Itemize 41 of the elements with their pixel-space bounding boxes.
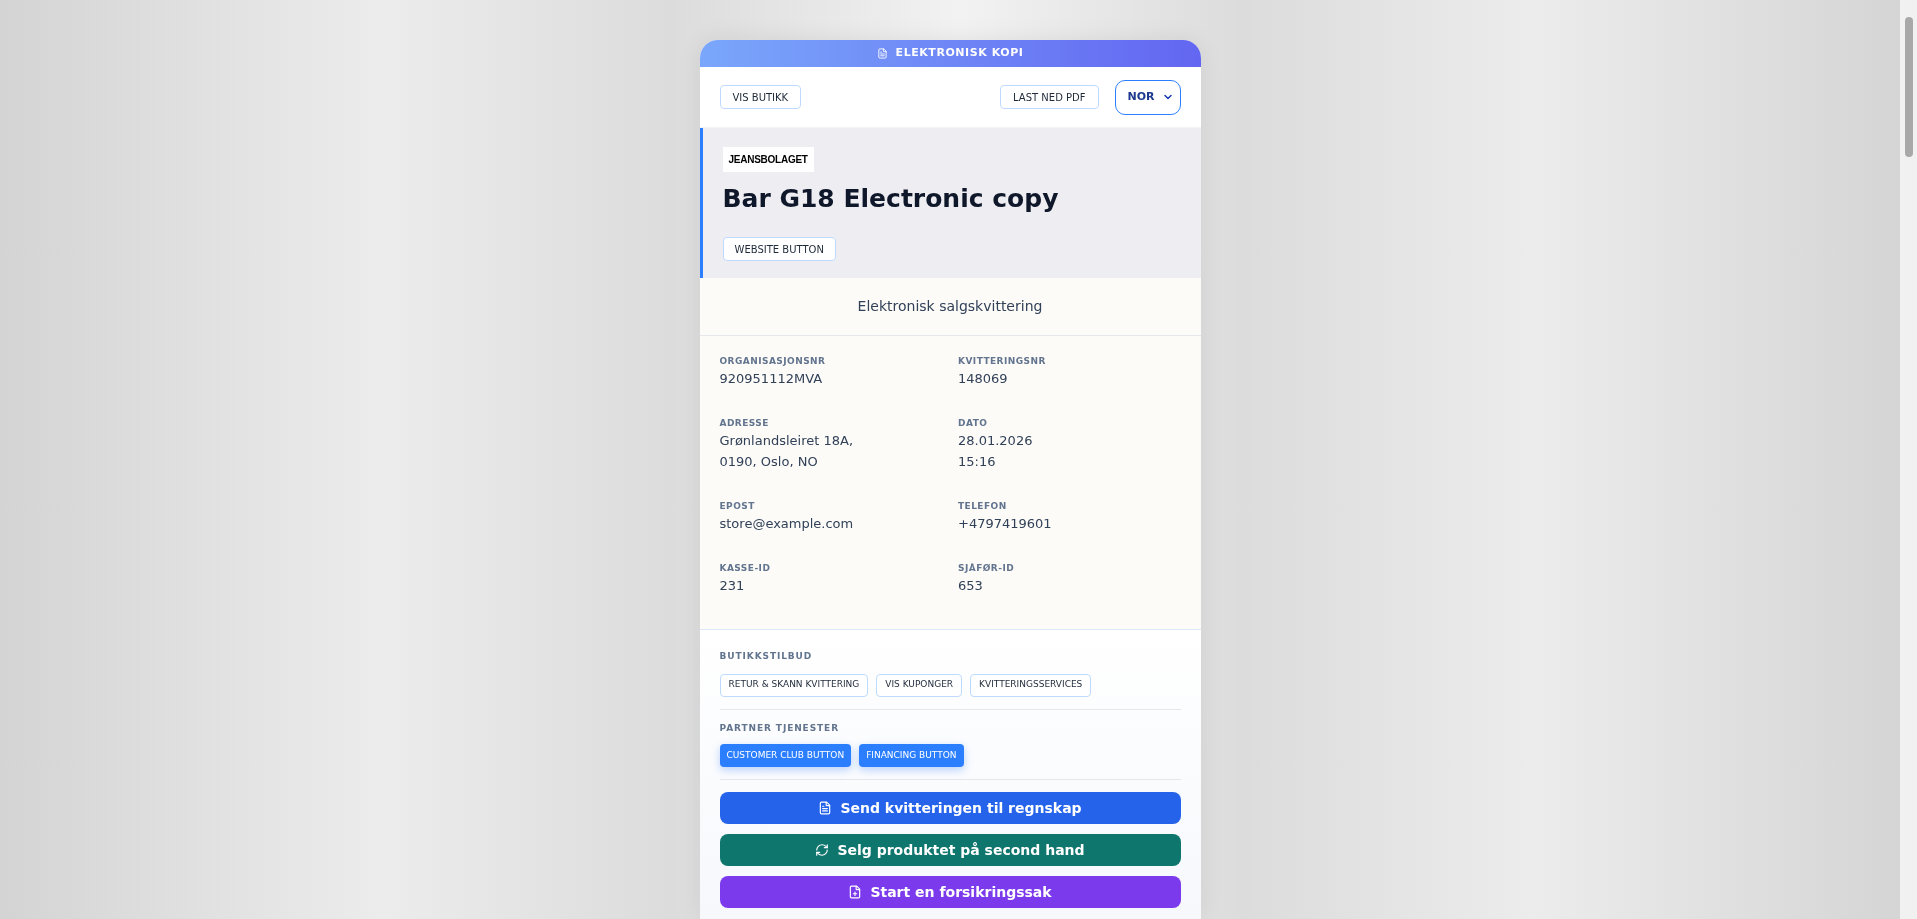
document-icon bbox=[876, 48, 888, 59]
refresh-icon bbox=[815, 843, 830, 857]
field-label: DATO bbox=[958, 417, 989, 430]
banner-title: ELEKTRONISK KOPI bbox=[895, 45, 1024, 62]
section-title: BUTIKKSTILBUD bbox=[719, 650, 814, 663]
file-plus-icon bbox=[848, 885, 863, 899]
offer-button[interactable]: KVITTERINGSSERVICES bbox=[970, 673, 1092, 697]
offer-button[interactable]: RETUR & SKANN KVITTERING bbox=[719, 673, 869, 697]
field-value: 231 bbox=[719, 577, 746, 595]
website-button[interactable]: WEBSITE BUTTON bbox=[722, 237, 836, 261]
action-button[interactable]: Send kvitteringen til regnskap bbox=[719, 792, 1181, 824]
offer-button[interactable]: VIS KUPONGER bbox=[876, 673, 963, 697]
action-button[interactable]: Selg produktet på second hand bbox=[719, 834, 1181, 866]
field-value: 920951112MVA bbox=[719, 370, 824, 388]
field-label: KASSE-ID bbox=[719, 562, 772, 575]
field-label: KVITTERINGSNR bbox=[958, 355, 1047, 368]
scrollbar-thumb[interactable] bbox=[1904, 17, 1913, 157]
action-button[interactable]: Start en forsikringssak bbox=[719, 876, 1181, 908]
language-select[interactable]: NOR bbox=[1114, 79, 1181, 115]
field-label: TELEFON bbox=[958, 500, 1008, 513]
partner-button[interactable]: FINANCING BUTTON bbox=[859, 744, 964, 767]
receipt-subtitle: Elektronisk salgskvittering bbox=[857, 297, 1043, 316]
store-button[interactable]: VIS BUTIKK bbox=[719, 85, 802, 109]
field-label: ORGANISASJONSNR bbox=[719, 355, 827, 368]
section-title: PARTNER TJENESTER bbox=[719, 721, 840, 735]
field-value: 148069 bbox=[958, 370, 1009, 388]
field-label: ADRESSE bbox=[719, 417, 770, 430]
partner-button[interactable]: CUSTOMER CLUB BUTTON bbox=[719, 744, 852, 767]
field-value: 653 bbox=[958, 577, 984, 595]
field-value: +4797419601 bbox=[958, 515, 1053, 533]
field-value: store@example.com bbox=[719, 515, 855, 533]
field-value: 15:16 bbox=[958, 453, 997, 471]
download-pdf-button[interactable]: LAST NED PDF bbox=[1000, 85, 1099, 109]
receipt-title: Bar G18 Electronic copy bbox=[722, 186, 1059, 211]
field-value: 0190, Oslo, NO bbox=[719, 453, 819, 471]
field-label: EPOST bbox=[719, 500, 756, 513]
field-value: 28.01.2026 bbox=[958, 432, 1034, 450]
document-icon bbox=[818, 801, 833, 815]
field-value: Grønlandsleiret 18A, bbox=[719, 432, 855, 450]
brand-logo: JEANSBOLAGET bbox=[722, 147, 814, 172]
field-label: SJÅFØR-ID bbox=[958, 562, 1016, 575]
